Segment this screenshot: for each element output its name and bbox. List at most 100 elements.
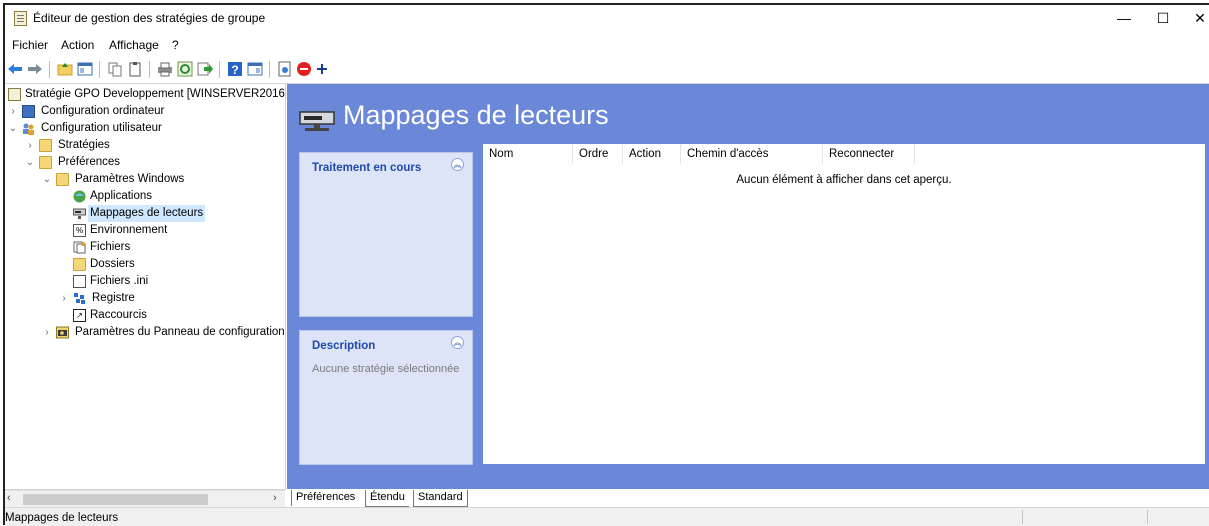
registry-icon [73, 292, 86, 305]
collapse-icon[interactable]: ︽ [451, 158, 464, 171]
tree-item-applications[interactable]: Applications [73, 188, 154, 205]
title-bar: Éditeur de gestion des stratégies de gro… [5, 5, 1209, 33]
close-button[interactable]: ✕ [1185, 8, 1209, 28]
chevron-right-icon[interactable]: › [25, 137, 35, 154]
tree-item-files[interactable]: Fichiers [73, 239, 132, 256]
files-icon [73, 241, 86, 254]
folder-icon [39, 156, 52, 169]
tree-item-computer-config[interactable]: › Configuration ordinateur [8, 103, 166, 120]
add-icon[interactable] [314, 61, 330, 77]
tree-item-environment[interactable]: % Environnement [73, 222, 169, 239]
policy-document-icon [8, 88, 21, 101]
folder-icon [56, 173, 69, 186]
description-panel-header: Description ︽ [300, 331, 472, 357]
tree-item-shortcuts[interactable]: ↗ Raccourcis [73, 307, 149, 324]
tree-item-strategies[interactable]: › Stratégies [25, 137, 112, 154]
chevron-right-icon[interactable]: › [59, 290, 69, 307]
window-title: Éditeur de gestion des stratégies de gro… [33, 11, 266, 25]
toolbar-separator [49, 61, 50, 78]
column-header-name[interactable]: Nom [483, 144, 573, 164]
tree-item-windows-settings[interactable]: ⌄ Paramètres Windows [42, 171, 186, 188]
scroll-right-icon[interactable]: › [273, 492, 277, 504]
tree-item-preferences[interactable]: ⌄ Préférences [25, 154, 122, 171]
stop-icon[interactable] [296, 61, 312, 77]
paste-icon[interactable] [127, 61, 143, 77]
tree-item-folders[interactable]: Dossiers [73, 256, 137, 273]
scroll-left-icon[interactable]: ‹ [7, 492, 11, 504]
description-panel: Description ︽ Aucune stratégie sélection… [299, 330, 473, 465]
copy-icon[interactable] [107, 61, 123, 77]
chevron-right-icon[interactable]: › [42, 324, 52, 341]
items-list: Nom Ordre Action Chemin d'accès Reconnec… [483, 144, 1205, 464]
gpo-editor-icon [14, 11, 27, 26]
environment-icon: % [73, 224, 86, 237]
status-divider [1147, 510, 1148, 524]
drive-mapping-icon [299, 111, 335, 131]
applications-icon [73, 190, 86, 203]
column-header-path[interactable]: Chemin d'accès [681, 144, 823, 164]
control-panel-icon [56, 326, 69, 339]
toolbar-separator [219, 61, 220, 78]
menu-fichier[interactable]: Fichier [12, 38, 48, 52]
minimize-button[interactable]: — [1109, 8, 1139, 28]
tree-item-control-panel[interactable]: › Paramètres du Panneau de configuration [42, 324, 285, 341]
toolbar-separator [99, 61, 100, 78]
folder-icon [39, 139, 52, 152]
tree-horizontal-scrollbar[interactable]: ‹ › [5, 490, 285, 508]
view-tabs: Préférences Étendu Standard [287, 490, 1209, 507]
svg-text:?: ? [231, 63, 238, 77]
tree-item-user-config[interactable]: ⌄ Configuration utilisateur [8, 120, 164, 137]
empty-list-message: Aucun élément à afficher dans cet aperçu… [736, 174, 952, 186]
extension-view: Mappages de lecteurs Traitement en cours… [287, 84, 1209, 489]
drive-mapping-icon [73, 207, 86, 220]
ini-file-icon [73, 275, 86, 288]
forward-arrow-icon[interactable] [27, 61, 43, 77]
export-icon[interactable] [197, 61, 213, 77]
tab-extended[interactable]: Étendu [365, 490, 409, 507]
chevron-down-icon[interactable]: ⌄ [8, 120, 18, 137]
description-text: Aucune stratégie sélectionnée [312, 363, 460, 375]
chevron-down-icon[interactable]: ⌄ [25, 154, 35, 171]
processing-panel: Traitement en cours ︽ [299, 152, 473, 317]
toolbar: ? [5, 55, 1209, 84]
status-divider [1022, 510, 1023, 524]
column-header-action[interactable]: Action [623, 144, 681, 164]
print-icon[interactable] [157, 61, 173, 77]
up-folder-icon[interactable] [57, 61, 73, 77]
toolbar-separator [149, 61, 150, 78]
chevron-right-icon[interactable]: › [8, 103, 18, 120]
menu-help[interactable]: ? [172, 38, 179, 52]
refresh-icon[interactable] [177, 61, 193, 77]
processing-panel-title: Traitement en cours [312, 162, 422, 174]
maximize-button[interactable]: ☐ [1148, 8, 1178, 28]
collapse-icon[interactable]: ︽ [451, 336, 464, 349]
menu-action[interactable]: Action [61, 38, 94, 52]
status-bar: Mappages de lecteurs [5, 507, 1209, 526]
scroll-thumb[interactable] [23, 494, 208, 505]
chevron-down-icon[interactable]: ⌄ [42, 171, 52, 188]
tree-item-drive-mappings[interactable]: Mappages de lecteurs [73, 205, 206, 222]
status-text: Mappages de lecteurs [5, 512, 119, 524]
page-title: Mappages de lecteurs [343, 100, 609, 130]
folder-icon [73, 258, 86, 271]
view-icon[interactable] [247, 61, 263, 77]
description-panel-title: Description [312, 340, 376, 352]
menu-bar: Fichier Action Affichage ? [5, 33, 1209, 55]
tree-pane: Stratégie GPO Developpement [WINSERVER20… [5, 84, 286, 490]
tab-standard[interactable]: Standard [413, 490, 468, 507]
tree-item-ini-files[interactable]: Fichiers .ini [73, 273, 150, 290]
column-header-reconnect[interactable]: Reconnecter [823, 144, 915, 164]
users-icon [22, 122, 35, 135]
back-arrow-icon[interactable] [7, 61, 23, 77]
properties-icon[interactable] [277, 61, 293, 77]
menu-affichage[interactable]: Affichage [109, 38, 159, 52]
processing-panel-header: Traitement en cours ︽ [300, 153, 472, 179]
tab-preferences[interactable]: Préférences [291, 490, 359, 506]
tree-root[interactable]: Stratégie GPO Developpement [WINSERVER20… [8, 86, 285, 103]
tree-item-registry[interactable]: › Registre [59, 290, 137, 307]
show-tree-icon[interactable] [77, 61, 93, 77]
shortcut-icon: ↗ [73, 309, 86, 322]
computer-icon [22, 105, 35, 118]
help-icon[interactable]: ? [227, 61, 243, 77]
column-header-order[interactable]: Ordre [573, 144, 623, 164]
